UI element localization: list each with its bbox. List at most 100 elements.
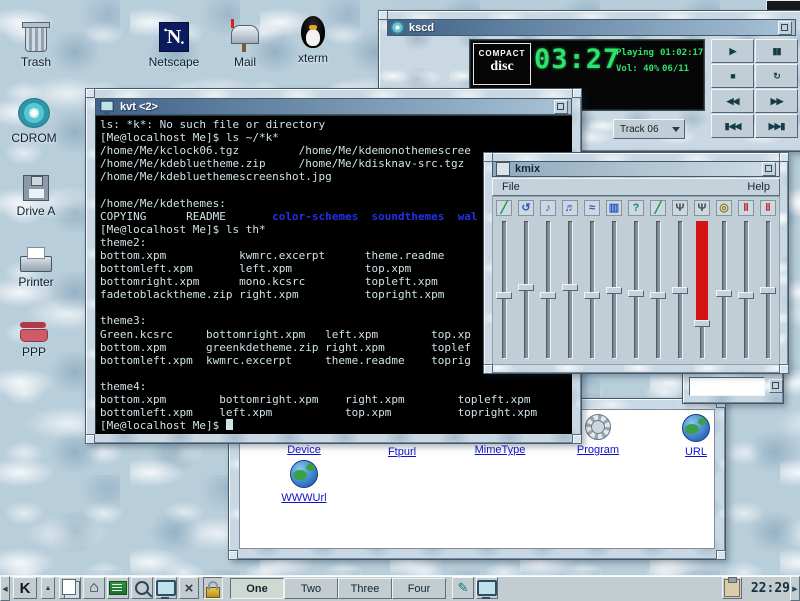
channel-slider[interactable] bbox=[669, 221, 691, 358]
window-list-button[interactable]: ▲ bbox=[41, 577, 55, 599]
slider-handle[interactable] bbox=[518, 284, 534, 291]
slider-handle[interactable] bbox=[650, 292, 666, 299]
slider-handle[interactable] bbox=[672, 287, 688, 294]
desktop-pager-four[interactable]: Four bbox=[392, 578, 446, 599]
pause-button[interactable]: ▮▮ bbox=[755, 39, 798, 63]
lock-screen-button[interactable] bbox=[203, 577, 223, 599]
channel-icon[interactable]: ╱ bbox=[496, 200, 512, 216]
loop-button[interactable]: ↻ bbox=[755, 64, 798, 88]
play-button[interactable]: ▶ bbox=[711, 39, 754, 63]
stop-button[interactable]: ■ bbox=[711, 64, 754, 88]
channel-slider[interactable] bbox=[625, 221, 647, 358]
channel-slider[interactable] bbox=[713, 221, 735, 358]
kfm-location-fragment[interactable] bbox=[682, 370, 784, 404]
rewind-button[interactable]: ◀◀ bbox=[711, 89, 754, 113]
desktop-icon-printer[interactable]: Printer bbox=[4, 232, 68, 289]
maximize-button[interactable] bbox=[778, 21, 792, 35]
desktop-icon-xterm[interactable]: xterm bbox=[281, 8, 345, 65]
channel-icon[interactable]: ◎ bbox=[716, 200, 732, 216]
channel-slider[interactable] bbox=[757, 221, 779, 358]
desktop-pager-three[interactable]: Three bbox=[338, 578, 392, 599]
panel-hide-left-button[interactable]: ◀ bbox=[0, 576, 10, 601]
channel-slider[interactable] bbox=[691, 221, 713, 358]
desktop-icon-cdrom[interactable]: CDROM bbox=[2, 88, 66, 145]
slider-handle[interactable] bbox=[694, 320, 710, 327]
file-icon-cell[interactable]: URL bbox=[649, 412, 715, 458]
desktop-pager-one[interactable]: One bbox=[230, 578, 284, 599]
panel-hide-right-button[interactable]: ▶ bbox=[790, 576, 800, 601]
track-selector[interactable]: Track 06 bbox=[613, 119, 685, 139]
file-label[interactable]: WWWUrl bbox=[257, 492, 351, 504]
kmix-window[interactable]: kmix File Help ╱ ↺ bbox=[483, 152, 789, 374]
menu-help[interactable]: Help bbox=[738, 181, 779, 193]
channel-icon[interactable]: ≈ bbox=[584, 200, 600, 216]
slider-handle[interactable] bbox=[584, 292, 600, 299]
find-button[interactable] bbox=[131, 577, 153, 599]
desktop-icon-mail[interactable]: Mail bbox=[213, 12, 277, 69]
file-label[interactable]: URL bbox=[649, 446, 715, 458]
slider-handle[interactable] bbox=[606, 287, 622, 294]
channel-slider[interactable] bbox=[735, 221, 757, 358]
channel-icon[interactable]: ↺ bbox=[518, 200, 534, 216]
channel-icon[interactable]: ╱ bbox=[650, 200, 666, 216]
location-input[interactable] bbox=[689, 377, 765, 396]
maximize-button[interactable] bbox=[762, 162, 776, 176]
k-menu-button[interactable]: K bbox=[13, 577, 37, 599]
channel-slider[interactable] bbox=[515, 221, 537, 358]
forward-button[interactable]: ▶▶ bbox=[755, 89, 798, 113]
mixer-titlebar-icon bbox=[496, 162, 510, 176]
kmix-titlebar[interactable]: kmix bbox=[492, 161, 780, 177]
file-label[interactable]: MimeType bbox=[453, 444, 547, 456]
channel-icon[interactable]: ♬ bbox=[562, 200, 578, 216]
slider-handle[interactable] bbox=[716, 290, 732, 297]
channel-slider[interactable] bbox=[493, 221, 515, 358]
copy-pages-button[interactable] bbox=[59, 577, 81, 599]
slider-handle[interactable] bbox=[540, 292, 556, 299]
editor-button[interactable]: ✎ bbox=[452, 577, 474, 599]
slider-handle[interactable] bbox=[738, 292, 754, 299]
desktop-icon-ppp[interactable]: PPP bbox=[2, 302, 66, 359]
channel-slider[interactable] bbox=[647, 221, 669, 358]
window-corner-ornament bbox=[779, 364, 789, 374]
channel-icon[interactable]: ▥ bbox=[606, 200, 622, 216]
slider-handle[interactable] bbox=[496, 292, 512, 299]
kvt-titlebar[interactable]: kvt <2> bbox=[95, 98, 572, 115]
home-button[interactable]: ⌂ bbox=[83, 577, 105, 599]
channel-icon[interactable]: ‖ bbox=[738, 200, 754, 216]
channel-icon[interactable]: Ψ bbox=[694, 200, 710, 216]
slider-handle[interactable] bbox=[628, 290, 644, 297]
channel-slider[interactable] bbox=[559, 221, 581, 358]
pages-icon bbox=[62, 579, 76, 595]
slider-handle[interactable] bbox=[562, 284, 578, 291]
previous-track-button[interactable]: ▮◀◀ bbox=[711, 114, 754, 138]
desktop-icon-trash[interactable]: Trash bbox=[4, 12, 68, 69]
channel-icon[interactable]: Ψ bbox=[672, 200, 688, 216]
channel-icon[interactable]: ? bbox=[628, 200, 644, 216]
window-fragment-button[interactable] bbox=[769, 379, 783, 393]
klipper-button[interactable] bbox=[722, 577, 742, 599]
file-label[interactable]: Program bbox=[551, 444, 645, 456]
slider-handle[interactable] bbox=[760, 287, 776, 294]
file-icon-cell[interactable]: WWWUrl bbox=[257, 458, 351, 504]
desktop-pager-two[interactable]: Two bbox=[284, 578, 338, 599]
close-window-button[interactable]: × bbox=[179, 577, 199, 599]
terminal-button[interactable] bbox=[155, 577, 177, 599]
channel-slider[interactable] bbox=[581, 221, 603, 358]
channel-icon[interactable]: ♪ bbox=[540, 200, 556, 216]
channel-icon[interactable]: ‖ bbox=[760, 200, 776, 216]
next-track-button[interactable]: ▶▶▮ bbox=[755, 114, 798, 138]
file-label[interactable]: Device bbox=[257, 444, 351, 456]
lock-icon bbox=[206, 587, 220, 598]
desktop-icon-netscape[interactable]: N Netscape bbox=[142, 12, 206, 69]
channel-slider[interactable] bbox=[603, 221, 625, 358]
kscd-titlebar[interactable]: kscd bbox=[387, 19, 796, 36]
menu-file[interactable]: File bbox=[493, 181, 529, 193]
maximize-button[interactable] bbox=[554, 100, 568, 114]
channel-slider[interactable] bbox=[537, 221, 559, 358]
console-button[interactable] bbox=[476, 577, 498, 599]
help-button[interactable] bbox=[107, 577, 129, 599]
file-label[interactable]: Ftpurl bbox=[355, 446, 449, 458]
trash-icon bbox=[4, 12, 68, 52]
terminal-directory-name: wal bbox=[458, 210, 478, 223]
desktop-icon-drive-a[interactable]: Drive A bbox=[4, 161, 68, 218]
